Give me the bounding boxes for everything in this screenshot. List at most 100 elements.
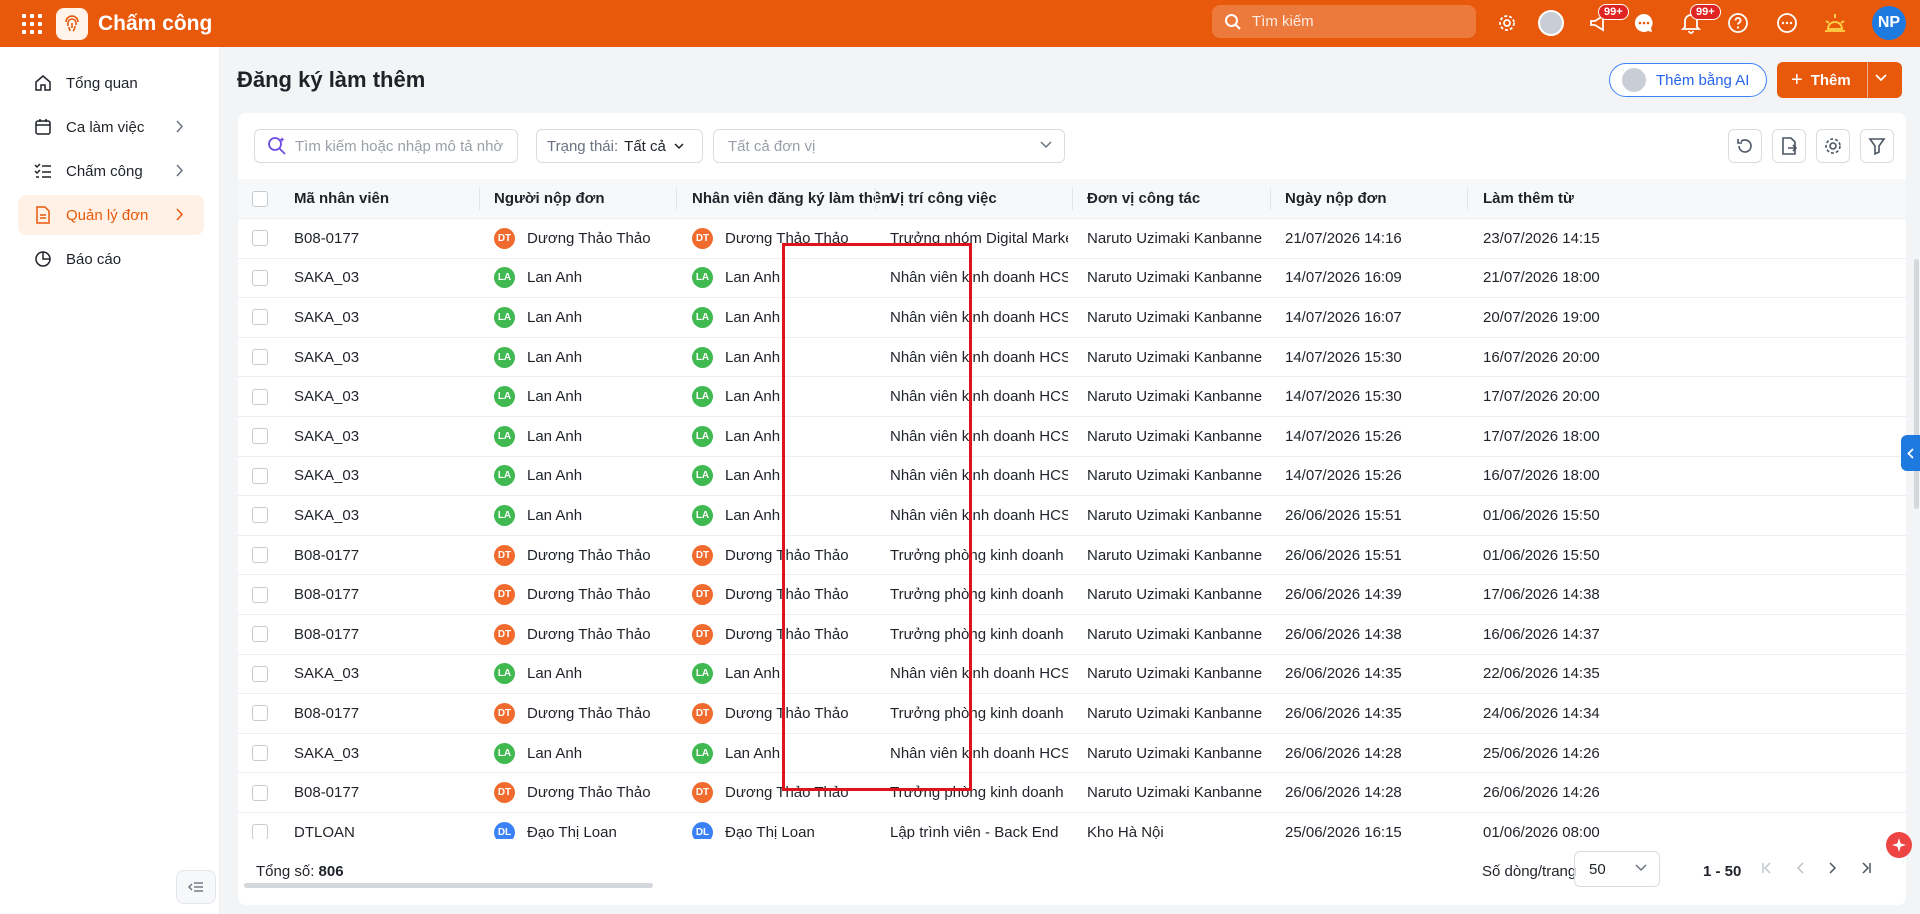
filter-search-input[interactable] [295,137,515,155]
table-row[interactable]: B08-0177 DT Dương Thảo Thảo DT Dương Thảo Th… [238,615,1906,655]
table-row[interactable]: B08-0177 DT Dương Thảo Thảo DT Dương Thảo Th… [238,536,1906,576]
bell-icon[interactable]: 99+ [1676,4,1721,38]
cell-employee: DT Dương Thảo Thảo [692,615,849,654]
row-checkbox[interactable] [252,734,268,773]
col-unit[interactable]: Đơn vị công tác [1087,179,1200,218]
col-overtime-from[interactable]: Làm thêm từ [1483,179,1574,218]
filter-search[interactable] [254,129,518,163]
cell-position: Nhân viên kinh doanh HCSN [890,496,1068,535]
table-row[interactable]: SAKA_03 LA Lan Anh LA Lan Anh Nhân viên kinh … [238,655,1906,695]
table-row[interactable]: SAKA_03 LA Lan Anh LA Lan Anh Nhân viên kinh … [238,338,1906,378]
table-settings-button[interactable] [1816,129,1850,163]
col-employee-code[interactable]: Mã nhân viên [294,179,389,218]
refresh-button[interactable] [1728,129,1762,163]
col-submitter[interactable]: Người nộp đơn [494,179,605,218]
row-checkbox[interactable] [252,773,268,812]
sun-icon[interactable] [1820,8,1850,38]
filter-button[interactable] [1860,129,1894,163]
row-checkbox[interactable] [252,615,268,654]
select-all-checkbox[interactable] [252,179,268,218]
horizontal-scrollbar[interactable] [244,883,653,888]
global-search[interactable] [1212,5,1476,38]
row-checkbox[interactable] [252,259,268,298]
row-checkbox[interactable] [252,655,268,694]
col-submitted-date[interactable]: Ngày nộp đơn [1285,179,1387,218]
table-row[interactable]: SAKA_03 LA Lan Anh LA Lan Anh Nhân viên kinh … [238,496,1906,536]
table-row[interactable]: B08-0177 DT Dương Thảo Thảo DT Dương Thảo Th… [238,575,1906,615]
sidebar-item-timekeeping[interactable]: Chấm công [18,151,204,191]
row-checkbox[interactable] [252,219,268,258]
row-checkbox[interactable] [252,813,268,839]
cell-text: Lan Anh [725,388,781,406]
row-checkbox[interactable] [252,457,268,496]
table-row[interactable]: DTLOAN DL Đạo Thị Loan DL Đạo Thị Loan Lập tr… [238,813,1906,839]
row-checkbox[interactable] [252,417,268,456]
cell-text: SAKA_03 [294,388,360,406]
cell-unit: Naruto Uzimaki Kanbanne [1087,377,1262,416]
collapse-sidebar-button[interactable] [176,870,216,904]
status-filter[interactable]: Trạng thái: Tất cả [536,129,703,163]
row-checkbox[interactable] [252,338,268,377]
add-with-ai-button[interactable]: Thêm bằng AI [1609,63,1767,97]
table-row[interactable]: SAKA_03 LA Lan Anh LA Lan Anh Nhân viên kinh … [238,377,1906,417]
user-avatar[interactable]: NP [1872,6,1906,40]
side-panel-toggle[interactable] [1901,435,1920,471]
row-checkbox[interactable] [252,298,268,337]
cell-unit: Naruto Uzimaki Kanbanne [1087,457,1262,496]
avatar: LA [494,425,515,447]
table-row[interactable]: SAKA_03 LA Lan Anh LA Lan Anh Nhân viên kinh … [238,734,1906,774]
page-range: 1 - 50 [1703,863,1742,880]
avatar: DT [692,702,713,724]
prev-page-button[interactable] [1787,855,1813,881]
settings-icon[interactable] [1492,8,1522,38]
cell-code: B08-0177 [294,219,359,258]
sidebar-item-reports[interactable]: Báo cáo [18,239,204,279]
ai-assistant-button[interactable] [1886,832,1912,858]
table-row[interactable]: B08-0177 DT Dương Thảo Thảo DT Dương Thảo Th… [238,694,1906,734]
cell-submitted: 14/07/2026 16:07 [1285,298,1402,337]
more-icon[interactable] [1772,8,1802,38]
add-button[interactable]: + Thêm [1777,62,1902,98]
vertical-scrollbar[interactable] [1914,259,1919,509]
cell-text: 17/07/2026 18:00 [1483,427,1600,445]
sidebar-item-overview[interactable]: Tổng quan [18,63,204,103]
cell-text: SAKA_03 [294,467,360,485]
row-checkbox[interactable] [252,536,268,575]
table-row[interactable]: SAKA_03 LA Lan Anh LA Lan Anh Nhân viên kinh … [238,417,1906,457]
chat-icon[interactable] [1629,8,1659,38]
cell-text: Naruto Uzimaki Kanbanne [1087,704,1263,722]
table-row[interactable]: B08-0177 DT Dương Thảo Thảo DT Dương Thảo Th… [238,219,1906,259]
table-row[interactable]: SAKA_03 LA Lan Anh LA Lan Anh Nhân viên kinh … [238,298,1906,338]
cell-text: Nhân viên kinh doanh HCSN [890,269,1068,287]
sidebar-item-requests[interactable]: Quản lý đơn [18,195,204,235]
help-icon[interactable] [1723,8,1753,38]
row-checkbox[interactable] [252,575,268,614]
sidebar-item-shifts[interactable]: Ca làm việc [18,107,204,147]
cell-submitter: DL Đạo Thị Loan [494,813,617,839]
last-page-button[interactable] [1853,855,1879,881]
col-overtime-employee[interactable]: Nhân viên đăng ký làm thêm [692,179,895,218]
first-page-button[interactable] [1754,855,1780,881]
table-row[interactable]: SAKA_03 LA Lan Anh LA Lan Anh Nhân viên kinh … [238,457,1906,497]
row-checkbox[interactable] [252,496,268,535]
cell-submitted: 14/07/2026 16:09 [1285,259,1402,298]
table-row[interactable]: B08-0177 DT Dương Thảo Thảo DT Dương Thảo Th… [238,773,1906,813]
export-button[interactable] [1772,129,1806,163]
global-search-input[interactable] [1252,13,1462,30]
rows-per-page-select[interactable]: 50 [1574,851,1660,887]
sidebar-item-label: Chấm công [66,162,143,180]
app-launcher-icon[interactable] [22,13,42,34]
assistant-avatar-icon[interactable] [1536,8,1566,38]
cell-text: SAKA_03 [294,506,360,524]
col-position[interactable]: Vị trí công việc [890,179,997,218]
row-checkbox[interactable] [252,694,268,733]
cell-position: Trưởng phòng kinh doanh HCSN [890,773,1068,812]
chevron-down-icon[interactable] [1875,74,1887,82]
unit-filter[interactable]: Tất cả đơn vị [713,129,1065,163]
megaphone-icon[interactable]: 99+ [1584,4,1629,38]
row-checkbox[interactable] [252,377,268,416]
avatar: LA [692,742,713,764]
next-page-button[interactable] [1820,855,1846,881]
table-row[interactable]: SAKA_03 LA Lan Anh LA Lan Anh Nhân viên kinh … [238,259,1906,299]
cell-text: Nhân viên kinh doanh HCSN [890,744,1068,762]
